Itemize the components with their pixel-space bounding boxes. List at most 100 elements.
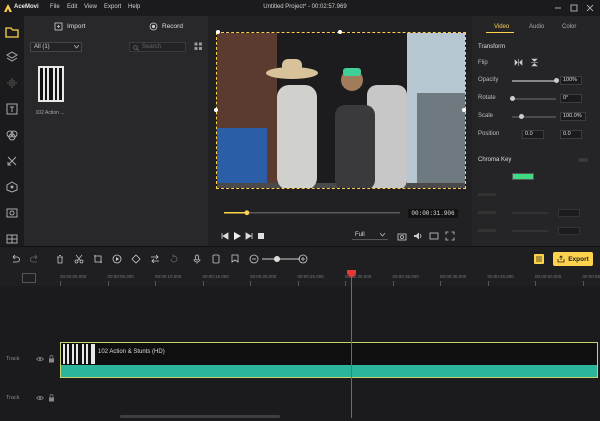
crop-handle[interactable] [216,30,220,34]
redo-icon[interactable] [30,254,40,264]
split-screen-icon[interactable] [5,232,19,246]
media-panel: Import Record All (1) Search 102 Action … [24,16,208,246]
step-forward-icon[interactable] [244,231,254,241]
menu-file[interactable]: File [50,4,60,10]
ruler-tick-mark [202,281,204,286]
preview-quality-select[interactable]: Full [352,230,388,240]
rotate-slider-knob[interactable] [509,96,515,101]
grid-view-icon[interactable] [194,42,203,51]
timeline-toolbar: Export [0,246,600,270]
crop-handle[interactable] [338,30,342,34]
freeze-icon[interactable] [131,254,141,264]
chroma-color-swatch[interactable] [512,173,534,180]
scale-value[interactable]: 100.0% [560,112,586,121]
media-filter-select[interactable]: All (1) [30,42,82,52]
ruler-tick-mark [297,281,299,286]
add-track-icon[interactable] [22,273,36,283]
clip-audio-waveform [61,365,597,377]
maximize-icon[interactable] [568,2,580,14]
disabled-field [558,209,580,217]
minimize-icon[interactable] [552,2,564,14]
flip-horizontal-icon[interactable] [514,58,523,67]
tab-color[interactable]: Color [562,24,576,30]
menu-view[interactable]: View [84,4,97,10]
timeline-scrollbar[interactable] [120,415,280,418]
crop-icon[interactable] [93,254,103,264]
crop-handle[interactable] [462,108,466,112]
split-icon[interactable] [74,254,84,264]
flip-vertical-icon[interactable] [530,58,539,67]
opacity-slider-knob[interactable] [553,78,559,83]
delete-icon[interactable] [55,254,65,264]
ruler-tick-label: 00:00:10.000 [155,274,182,279]
zoom-slider-knob[interactable] [274,256,280,262]
crop-handle[interactable] [214,108,218,112]
volume-icon[interactable] [413,231,423,241]
snapshot-icon[interactable] [397,231,407,241]
app-logo-icon [3,3,13,13]
preview-progress-bar[interactable] [224,209,400,218]
position-label: Position [478,131,500,137]
transitions-icon[interactable] [5,154,19,168]
voiceover-icon[interactable] [192,254,202,264]
position-y-field[interactable]: 0.0 [560,130,582,139]
scale-slider-knob[interactable] [519,114,525,119]
timeline-ruler[interactable]: 00:00:00.000 00:00:05.000 00:00:10.000 00:0… [0,270,600,286]
zoom-in-icon[interactable] [298,254,308,264]
undo-icon[interactable] [10,254,20,264]
section-chroma-key: Chroma Key [478,157,512,163]
disabled-slider [512,212,548,214]
tab-video[interactable]: Video [494,24,509,30]
title-bar: AceMovi File Edit View Export Help Untit… [0,0,600,16]
menu-export[interactable]: Export [104,4,121,10]
aspect-icon[interactable] [429,231,439,241]
menu-help[interactable]: Help [128,4,140,10]
opacity-value[interactable]: 100% [560,76,582,85]
step-back-icon[interactable] [220,231,230,241]
rotate-value[interactable]: 0° [560,94,582,103]
export-button[interactable]: Export [553,252,593,266]
menu-edit[interactable]: Edit [67,4,77,10]
media-folder-icon[interactable] [3,23,21,41]
playhead-handle[interactable] [347,270,356,278]
marker-icon[interactable] [230,254,240,264]
eye-icon[interactable] [36,394,44,402]
overlays-icon[interactable] [5,206,19,220]
speed-icon[interactable] [112,254,122,264]
opacity-slider[interactable] [512,80,556,82]
fullscreen-icon[interactable] [445,231,455,241]
ruler-tick-mark [487,281,489,286]
rotate-icon[interactable] [169,254,179,264]
ruler-tick-mark [392,281,394,286]
ruler-tick-label: 00:00:55.000 [582,274,600,279]
eye-icon[interactable] [36,355,44,363]
preview-time-readout: 00:00:31.906 [408,209,458,218]
filters-icon[interactable] [5,128,19,142]
position-x-field[interactable]: 0.0 [522,130,544,139]
media-search-input[interactable]: Search [129,42,186,52]
play-icon[interactable] [232,231,242,241]
audio-icon[interactable] [5,76,19,90]
settings-icon[interactable] [534,254,544,264]
timeline-zoom-slider[interactable] [262,258,300,260]
elements-icon[interactable] [5,180,19,194]
media-thumbnail[interactable] [38,66,64,102]
tab-audio[interactable]: Audio [529,24,544,30]
opacity-label: Opacity [478,77,499,83]
clip-thumbnail [63,344,95,364]
lock-icon[interactable] [48,355,55,363]
layers-icon[interactable] [5,50,19,64]
rotate-slider[interactable] [512,98,556,100]
reverse-icon[interactable] [150,254,160,264]
import-button[interactable]: Import [54,20,85,32]
chroma-key-toggle[interactable] [578,158,588,162]
stop-icon[interactable] [256,231,266,241]
text-icon[interactable] [5,102,19,116]
close-icon[interactable] [584,2,596,14]
lock-icon[interactable] [48,394,55,402]
duration-icon[interactable] [211,254,221,264]
record-button[interactable]: Record [149,20,183,32]
zoom-out-icon[interactable] [249,254,259,264]
video-preview[interactable] [216,32,466,189]
playhead-line[interactable] [351,270,352,418]
